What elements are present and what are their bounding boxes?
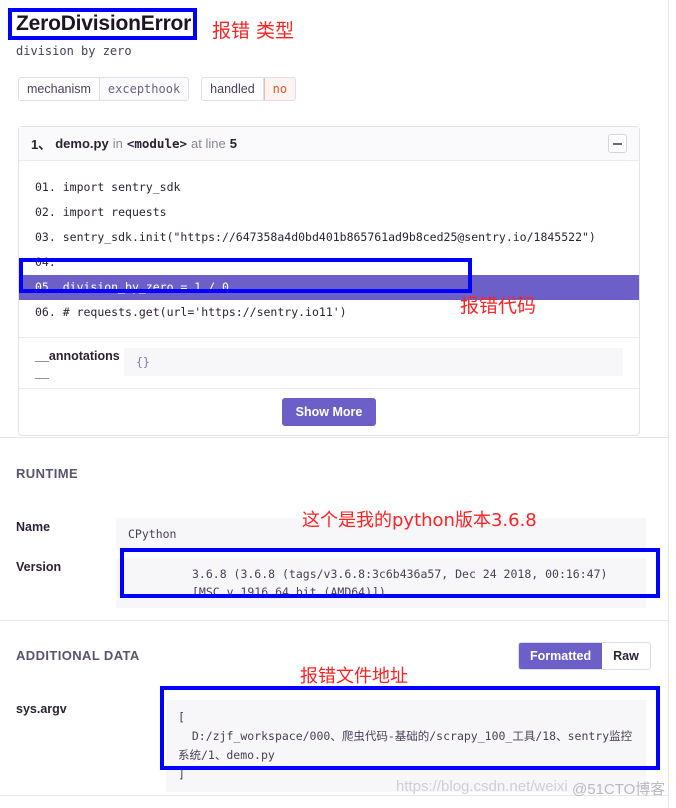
stacktrace-card: 1、 demo.py in <module> at line 5 01. imp… <box>18 126 640 436</box>
sysargv-json: [ D:/zjf_workspace/000、爬虫代码-基础的/scrapy_1… <box>178 710 633 781</box>
code-line-list: 01. import sentry_sdk 02. import request… <box>19 161 639 329</box>
show-more-button[interactable]: Show More <box>281 398 377 426</box>
code-line-text: sentry_sdk.init("https://647358a4d0bd401… <box>62 230 596 244</box>
runtime-row-version: Version 3.6.8 (3.6.8 (tags/v3.6.8:3c6b43… <box>16 558 646 608</box>
error-type-title: ZeroDivisionError <box>16 12 192 35</box>
tag-value-handled: no <box>263 78 296 100</box>
code-line-number: 01. <box>35 180 56 194</box>
minus-icon[interactable] <box>608 134 627 153</box>
frame-at-line-word: at line <box>191 136 226 151</box>
additional-data-section-divider <box>0 620 668 621</box>
tag-key-mechanism: mechanism <box>19 78 100 100</box>
data-view-mode-toggle: Formatted Raw <box>518 642 651 670</box>
runtime-key-name: Name <box>16 520 51 534</box>
runtime-value-name: CPython <box>116 518 646 550</box>
code-line-number: 04. <box>35 255 56 269</box>
code-line-highlighted: 05. division_by_zero = 1 / 0 <box>19 275 639 300</box>
additional-data-key-sysargv: sys.argv <box>16 702 67 716</box>
code-line-number: 06. <box>35 305 56 319</box>
frame-filename: demo.py <box>55 136 109 151</box>
tag-key-handled: handled <box>202 78 264 100</box>
frame-variable-value: {} <box>124 348 623 376</box>
code-line-number: 05. <box>35 280 56 294</box>
runtime-section-divider <box>0 437 668 438</box>
frame-line-number: 5 <box>229 136 237 151</box>
tag-pill-handled[interactable]: handled no <box>201 77 297 101</box>
show-more-container: Show More <box>19 388 639 435</box>
runtime-value-version: 3.6.8 (3.6.8 (tags/v3.6.8:3c6b436a57, De… <box>116 558 646 608</box>
view-mode-raw-button[interactable]: Raw <box>602 643 650 669</box>
frame-variable-row: __annotations__ {} <box>19 337 639 382</box>
code-line-text: import requests <box>62 205 167 219</box>
code-line: 06. # requests.get(url='https://sentry.i… <box>19 300 639 325</box>
additional-data-section-title: ADDITIONAL DATA <box>16 648 140 663</box>
annotation-label-error-type: 报错 类型 <box>212 20 295 42</box>
runtime-key-version: Version <box>16 560 62 574</box>
view-mode-formatted-button[interactable]: Formatted <box>519 643 603 669</box>
code-line-number: 03. <box>35 230 56 244</box>
tag-pill-list: mechanism excepthook handled no <box>18 77 297 101</box>
code-line: 03. sentry_sdk.init("https://647358a4d0b… <box>19 225 639 250</box>
runtime-section-title: RUNTIME <box>16 466 79 481</box>
frame-index: 1、 <box>31 137 52 152</box>
issue-detail-page: ZeroDivisionError division by zero mecha… <box>0 0 676 808</box>
code-line-text: division_by_zero = 1 / 0 <box>62 280 229 294</box>
code-line-text: # requests.get(url='https://sentry.io11'… <box>62 305 347 319</box>
tag-value-mechanism: excepthook <box>99 78 189 100</box>
additional-data-value-sysargv: [ D:/zjf_workspace/000、爬虫代码-基础的/scrapy_1… <box>166 700 646 792</box>
additional-data-row-sysargv: sys.argv [ D:/zjf_workspace/000、爬虫代码-基础的… <box>16 700 646 792</box>
frame-variable-key: __annotations__ <box>35 349 120 380</box>
code-line-text: import sentry_sdk <box>62 180 181 194</box>
code-line: 04. <box>19 250 639 275</box>
code-line: 01. import sentry_sdk <box>19 175 639 200</box>
runtime-row-name: Name CPython <box>16 518 646 550</box>
frame-in-word: in <box>112 136 123 151</box>
tag-pill-mechanism[interactable]: mechanism excepthook <box>18 77 190 101</box>
page-right-divider <box>668 0 669 808</box>
code-line-number: 02. <box>35 205 56 219</box>
page-bottom-divider <box>0 795 668 796</box>
error-message: division by zero <box>16 44 132 58</box>
frame-module: <module> <box>126 136 188 151</box>
annotation-label-error-file-path: 报错文件地址 <box>300 666 408 687</box>
code-line: 02. import requests <box>19 200 639 225</box>
stacktrace-frame-header[interactable]: 1、 demo.py in <module> at line 5 <box>19 127 639 161</box>
